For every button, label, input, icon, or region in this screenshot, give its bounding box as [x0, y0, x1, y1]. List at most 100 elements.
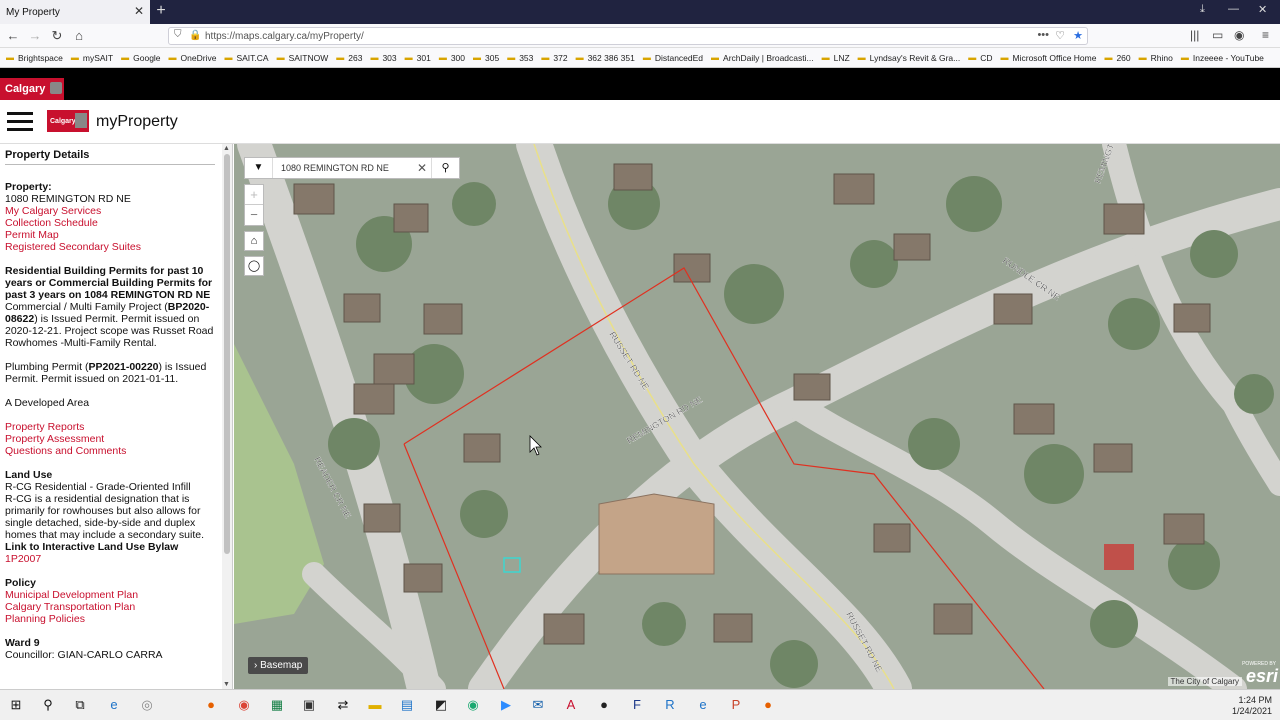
zoom-out-button[interactable]: − [245, 205, 263, 225]
link-property-reports[interactable]: Property Reports [5, 421, 220, 433]
mail-icon[interactable]: ✉ [529, 696, 547, 714]
download-icon[interactable]: ⤓ [1200, 3, 1205, 16]
reload-icon[interactable]: ↻ [48, 27, 66, 45]
link-collection-schedule[interactable]: Collection Schedule [5, 217, 220, 229]
locate-icon[interactable]: ◯ [244, 256, 264, 276]
url-bar[interactable]: ⛉ 🔒 https://maps.calgary.ca/myProperty/ … [168, 27, 1088, 45]
app-icon[interactable]: ▤ [398, 696, 416, 714]
bookmark-item[interactable]: ▬ 303 [370, 53, 396, 63]
home-icon[interactable]: ⌂ [70, 27, 88, 45]
bookmark-item[interactable]: ▬ Brightspace [6, 53, 63, 63]
scroll-up-icon[interactable]: ▲ [223, 145, 230, 152]
bookmark-item[interactable]: ▬ 263 [336, 53, 362, 63]
bookmark-item[interactable]: ▬ SAIT.CA [224, 53, 268, 63]
firefox-icon[interactable]: ● [202, 696, 220, 714]
scrollbar-thumb[interactable] [224, 154, 230, 554]
task-view-icon[interactable]: ⧉ [71, 696, 89, 714]
bookmark-item[interactable]: ▬ 260 [1104, 53, 1130, 63]
link-transportation-plan[interactable]: Calgary Transportation Plan [5, 601, 220, 613]
bookmark-item[interactable]: ▬ Google [121, 53, 160, 63]
more-icon[interactable]: ••• [1037, 29, 1049, 41]
acrobat-icon[interactable]: A [562, 696, 580, 714]
new-tab-button[interactable]: + [152, 2, 170, 20]
panel-scrollbar[interactable]: ▲ ▼ [222, 144, 232, 689]
edge-icon[interactable]: e [105, 696, 123, 714]
map-view[interactable]: RUSSET RD NE REMINGTON RD NE READER CR N… [234, 144, 1280, 689]
powerpoint-icon[interactable]: P [727, 696, 745, 714]
app-icon[interactable]: ● [595, 696, 613, 714]
app-icon[interactable]: ◩ [432, 696, 450, 714]
bookmark-star-icon[interactable]: ★ [1073, 29, 1083, 42]
bookmark-item[interactable]: ▬ 305 [473, 53, 499, 63]
calculator-icon[interactable]: ▦ [268, 696, 286, 714]
property-details-content: Property: 1080 REMINGTON RD NE My Calgar… [5, 181, 220, 661]
basemap-toggle[interactable]: › Basemap [248, 657, 309, 674]
bookmark-item[interactable]: ▬ SAITNOW [277, 53, 329, 63]
close-window-icon[interactable]: ✕ [1258, 3, 1267, 16]
calgary-banner-logo[interactable]: Calgary [0, 78, 64, 100]
tab-close-icon[interactable]: ✕ [134, 4, 144, 18]
bookmark-item[interactable]: ▬ 301 [405, 53, 431, 63]
zoom-app-icon[interactable]: ▶ [497, 696, 515, 714]
link-bylaw[interactable]: 1P2007 [5, 553, 220, 565]
search-input[interactable]: 1080 REMINGTON RD NE [273, 158, 413, 178]
scroll-down-icon[interactable]: ▼ [223, 681, 230, 688]
bookmark-item[interactable]: ▬ Lyndsay's Revit & Gra... [858, 53, 961, 63]
chrome-icon[interactable]: ◉ [235, 696, 253, 714]
forward-icon[interactable]: → [26, 27, 44, 45]
hamburger-menu-icon[interactable] [7, 112, 33, 132]
aerial-map[interactable]: RUSSET RD NE REMINGTON RD NE READER CR N… [234, 144, 1280, 689]
bookmark-item[interactable]: ▬ Microsoft Office Home [1001, 53, 1097, 63]
firefox-icon[interactable]: ● [759, 696, 777, 714]
app-icon[interactable]: F [628, 696, 646, 714]
app-icon[interactable]: ◎ [138, 696, 156, 714]
bookmark-item[interactable]: ▬ Rhino [1139, 53, 1173, 63]
clear-search-icon[interactable]: ✕ [413, 158, 431, 178]
account-icon[interactable]: ◉ [1234, 28, 1244, 42]
zoom-in-button[interactable]: + [245, 185, 263, 205]
home-extent-icon[interactable]: ⌂ [244, 231, 264, 251]
app-logo[interactable]: Calgary [47, 110, 89, 132]
link-planning-policies[interactable]: Planning Policies [5, 613, 220, 625]
folder-icon: ▬ [857, 53, 866, 62]
bookmark-item[interactable]: ▬ 353 [507, 53, 533, 63]
folder-icon: ▬ [711, 53, 720, 62]
system-clock[interactable]: 1:24 PM 1/24/2021 [1232, 695, 1272, 717]
bookmark-item[interactable]: ▬ Inzeeee - YouTube [1181, 53, 1264, 63]
link-municipal-development-plan[interactable]: Municipal Development Plan [5, 589, 220, 601]
link-permit-map[interactable]: Permit Map [5, 229, 220, 241]
library-icon[interactable]: ||| [1190, 28, 1199, 42]
bookmark-item[interactable]: ▬ 372 [541, 53, 567, 63]
edge-icon[interactable]: e [694, 696, 712, 714]
link-my-calgary-services[interactable]: My Calgary Services [5, 205, 220, 217]
bookmark-item[interactable]: ▬ 362 386 351 [576, 53, 635, 63]
pocket-icon[interactable]: ♡ [1055, 29, 1065, 42]
map-attribution: The City of Calgary [1167, 677, 1242, 686]
file-explorer-icon[interactable]: ▬ [366, 696, 384, 714]
windows-start-icon[interactable]: ⊞ [7, 696, 25, 714]
bookmark-item[interactable]: ▬ ArchDaily | Broadcasti... [711, 53, 814, 63]
revit-icon[interactable]: R [661, 696, 679, 714]
link-questions-comments[interactable]: Questions and Comments [5, 445, 220, 457]
folder-icon: ▬ [1104, 53, 1113, 62]
bookmark-item[interactable]: ▬ LNZ [822, 53, 850, 63]
link-property-assessment[interactable]: Property Assessment [5, 433, 220, 445]
bookmark-item[interactable]: ▬ OneDrive [169, 53, 217, 63]
bookmark-item[interactable]: ▬ DistancedEd [643, 53, 703, 63]
store-icon[interactable]: ▣ [300, 696, 318, 714]
minimize-icon[interactable]: — [1228, 3, 1239, 15]
menu-icon[interactable]: ≡ [1262, 28, 1269, 42]
back-icon[interactable]: ← [4, 27, 22, 45]
app-icon[interactable]: ◉ [464, 696, 482, 714]
search-source-dropdown-icon[interactable]: ▼ [245, 158, 273, 178]
sidebar-icon[interactable]: ▭ [1212, 28, 1223, 42]
search-icon[interactable]: ⚲ [431, 158, 459, 178]
tab-my-property[interactable]: My Property ✕ [0, 0, 150, 24]
folder-icon: ▬ [276, 53, 285, 62]
transfer-icon[interactable]: ⇄ [334, 696, 352, 714]
bookmark-item[interactable]: ▬ 300 [439, 53, 465, 63]
search-icon[interactable]: ⚲ [39, 696, 57, 714]
bookmark-item[interactable]: ▬ CD [968, 53, 992, 63]
link-secondary-suites[interactable]: Registered Secondary Suites [5, 241, 220, 253]
bookmark-item[interactable]: ▬ mySAIT [71, 53, 113, 63]
